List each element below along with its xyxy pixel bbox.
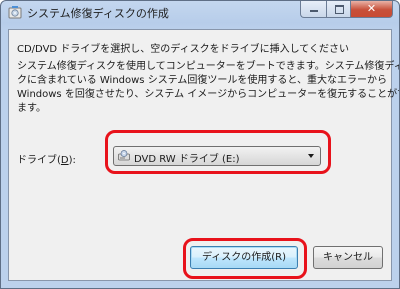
- title-bar[interactable]: システム修復ディスクの作成 ✕: [1, 1, 399, 23]
- close-icon: ✕: [366, 2, 377, 15]
- cancel-button[interactable]: キャンセル: [313, 246, 383, 269]
- drive-select[interactable]: DVD RW ドライブ (E:): [113, 146, 321, 166]
- maximize-button[interactable]: [326, 1, 350, 18]
- drive-label-suffix: ):: [68, 155, 76, 166]
- window-title: システム修復ディスクの作成: [27, 7, 169, 20]
- minimize-icon: [310, 10, 318, 12]
- drive-label: ドライブ(D):: [17, 151, 76, 166]
- description-line: ます。: [17, 103, 46, 114]
- drive-select-value: DVD RW ドライブ (E:): [134, 154, 240, 165]
- description-text: システム修復ディスクを使用してコンピューターをブートできます。システム修復ディス…: [17, 60, 400, 116]
- description-line: クに含まれている Windows システム回復ツールを使用すると、重大なエラーか…: [17, 75, 387, 86]
- description-line: Windows を回復させたり、システム イメージからコンピューターを復元するこ…: [17, 89, 400, 100]
- instruction-text: CD/DVD ドライブを選択し、空のディスクをドライブに挿入してください: [17, 44, 349, 55]
- description-line: システム修復ディスクを使用してコンピューターをブートできます。システム修復ディス: [17, 61, 400, 72]
- caption-buttons: ✕: [300, 1, 393, 19]
- drive-label-prefix: ドライブ(: [17, 155, 61, 166]
- drive-label-accesskey: D: [60, 155, 69, 166]
- dialog-window: システム修復ディスクの作成 ✕ CD/DVD ドライブを選択し、空のディスクをド…: [0, 0, 400, 289]
- optical-drive-icon: [118, 150, 130, 161]
- disc-app-icon: [8, 6, 22, 19]
- close-button[interactable]: ✕: [350, 1, 393, 18]
- maximize-icon: [335, 5, 344, 14]
- dialog-body: CD/DVD ドライブを選択し、空のディスクをドライブに挿入してください システ…: [8, 29, 400, 281]
- minimize-button[interactable]: [300, 1, 326, 18]
- chevron-down-icon[interactable]: [308, 154, 314, 158]
- create-disc-button[interactable]: ディスクの作成(R): [190, 246, 298, 269]
